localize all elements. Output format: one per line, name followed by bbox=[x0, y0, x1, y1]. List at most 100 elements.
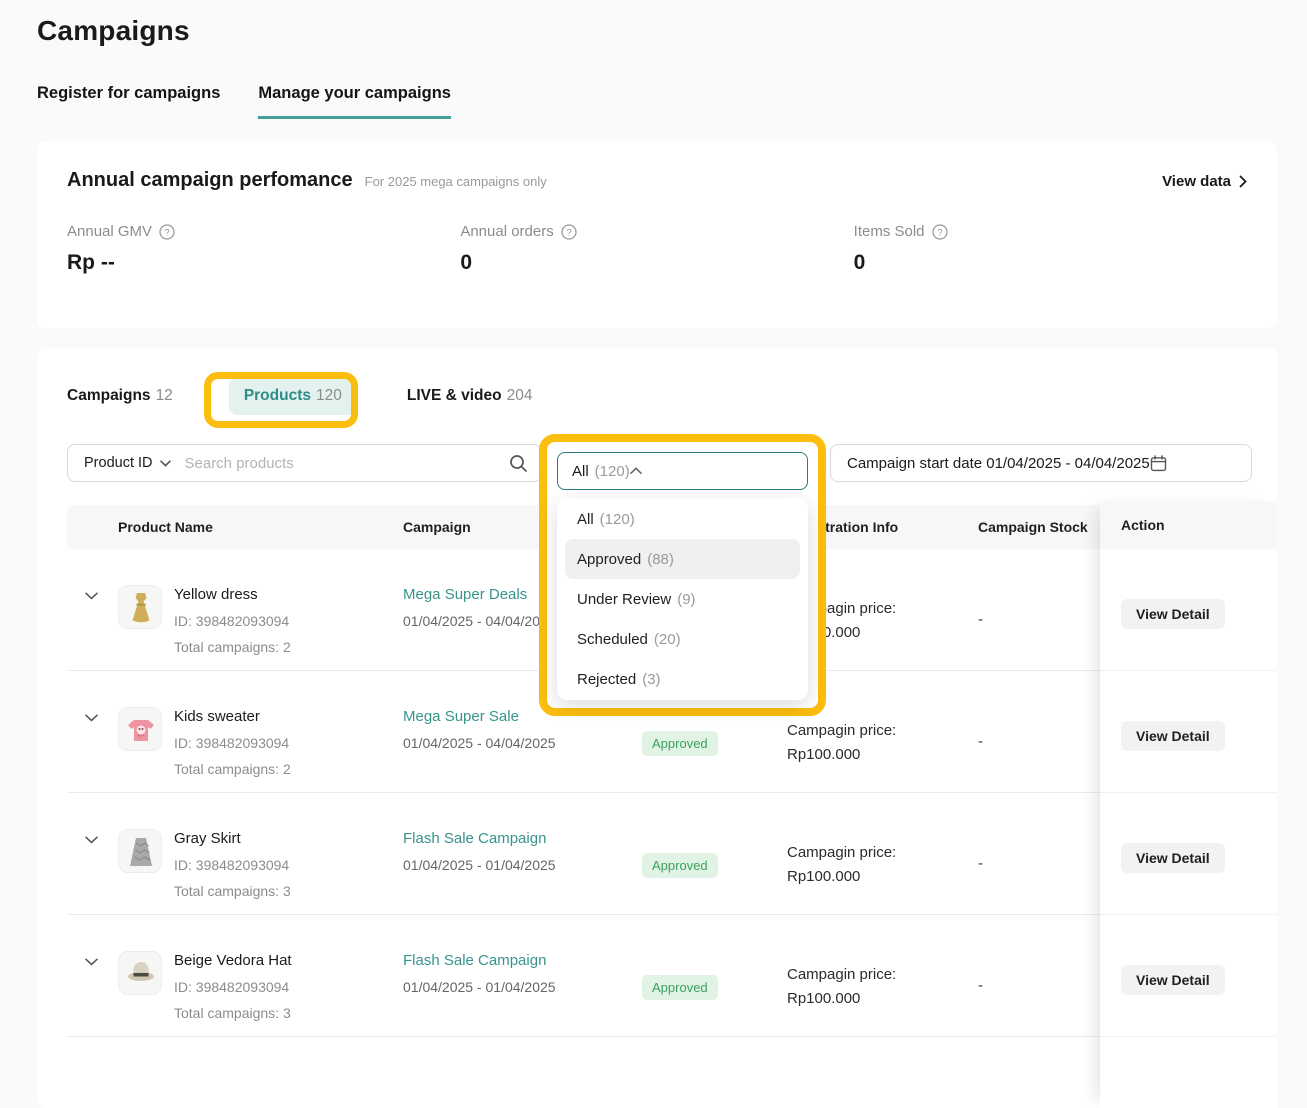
product-name: Kids sweater bbox=[174, 706, 291, 727]
option-count: (20) bbox=[654, 631, 681, 648]
status-filter-highlight-annotation: All (120) All (120) Approved (88) Under … bbox=[539, 434, 826, 716]
option-label: Scheduled bbox=[577, 631, 648, 648]
page-title: Campaigns bbox=[37, 0, 1277, 47]
header-campaign-stock: Campaign Stock bbox=[978, 519, 1101, 535]
tab-register-for-campaigns[interactable]: Register for campaigns bbox=[37, 84, 220, 119]
tab-live-video[interactable]: LIVE & video 204 bbox=[407, 387, 533, 405]
view-detail-button[interactable]: View Detail bbox=[1121, 843, 1225, 873]
campaign-date-range-picker[interactable]: Campaign start date 01/04/2025 - 04/04/2… bbox=[830, 444, 1252, 482]
product-name: Gray Skirt bbox=[174, 828, 291, 849]
svg-text:?: ? bbox=[566, 227, 571, 238]
selected-status-count: (120) bbox=[595, 463, 630, 480]
campaign-price-label: Campagin price: bbox=[787, 841, 978, 865]
view-detail-button[interactable]: View Detail bbox=[1121, 599, 1225, 629]
search-icon[interactable] bbox=[509, 454, 528, 473]
view-data-label: View data bbox=[1162, 173, 1231, 190]
search-type-dropdown[interactable]: Product ID bbox=[84, 455, 171, 471]
help-icon[interactable]: ? bbox=[561, 224, 577, 240]
campaign-dates: 01/04/2025 - 04/04/2025 bbox=[403, 733, 642, 753]
product-id: ID: 398482093094 bbox=[174, 611, 291, 631]
product-image-kids-sweater bbox=[118, 707, 162, 751]
help-icon[interactable]: ? bbox=[159, 224, 175, 240]
chevron-up-icon bbox=[630, 467, 642, 475]
tab-count: 12 bbox=[156, 387, 173, 405]
status-option-rejected[interactable]: Rejected (3) bbox=[557, 659, 808, 699]
tab-campaigns[interactable]: Campaigns 12 bbox=[67, 387, 173, 405]
tab-label: Products bbox=[244, 387, 311, 405]
metric-value: 0 bbox=[460, 251, 853, 275]
product-total-campaigns: Total campaigns: 2 bbox=[174, 637, 291, 657]
campaign-stock-value: - bbox=[978, 915, 1101, 1036]
performance-subtitle: For 2025 mega campaigns only bbox=[365, 174, 547, 189]
tab-products[interactable]: Products 120 bbox=[229, 377, 357, 415]
tab-manage-your-campaigns[interactable]: Manage your campaigns bbox=[258, 84, 451, 119]
tab-count: 204 bbox=[507, 387, 533, 405]
date-range-text: Campaign start date 01/04/2025 - 04/04/2… bbox=[847, 455, 1150, 472]
status-option-under-review[interactable]: Under Review (9) bbox=[557, 579, 808, 619]
metric-label: Annual orders bbox=[460, 223, 553, 240]
status-badge: Approved bbox=[642, 853, 718, 878]
metric-annual-orders: Annual orders ? 0 bbox=[460, 223, 853, 275]
help-icon[interactable]: ? bbox=[932, 224, 948, 240]
expand-row-button[interactable] bbox=[67, 793, 118, 914]
tab-label: Campaigns bbox=[67, 387, 151, 405]
product-id: ID: 398482093094 bbox=[174, 733, 291, 753]
header-action: Action bbox=[1100, 501, 1277, 549]
option-label: Rejected bbox=[577, 671, 636, 688]
metrics-row: Annual GMV ? Rp -- Annual orders ? 0 bbox=[67, 223, 1247, 275]
campaign-price-label: Campagin price: bbox=[787, 719, 978, 743]
metric-label: Items Sold bbox=[854, 223, 925, 240]
campaign-price-value: Rp100.000 bbox=[787, 743, 978, 767]
campaign-stock-value: - bbox=[978, 549, 1101, 670]
search-type-label: Product ID bbox=[84, 455, 153, 471]
chevron-down-icon bbox=[85, 958, 98, 966]
product-total-campaigns: Total campaigns: 3 bbox=[174, 1003, 292, 1023]
product-name: Beige Vedora Hat bbox=[174, 950, 292, 971]
calendar-icon bbox=[1150, 455, 1167, 472]
annual-performance-card: Annual campaign perfomance For 2025 mega… bbox=[37, 141, 1277, 328]
product-search: Product ID bbox=[67, 444, 542, 482]
option-label: All bbox=[577, 511, 594, 528]
metric-annual-gmv: Annual GMV ? Rp -- bbox=[67, 223, 460, 275]
status-option-all[interactable]: All (120) bbox=[557, 499, 808, 539]
status-badge: Approved bbox=[642, 975, 718, 1000]
product-total-campaigns: Total campaigns: 3 bbox=[174, 881, 291, 901]
status-option-scheduled[interactable]: Scheduled (20) bbox=[557, 619, 808, 659]
status-filter-select[interactable]: All (120) bbox=[557, 452, 808, 490]
campaign-stock-value: - bbox=[978, 793, 1101, 914]
status-filter-dropdown: All (120) Approved (88) Under Review (9)… bbox=[557, 498, 808, 700]
product-total-campaigns: Total campaigns: 2 bbox=[174, 759, 291, 779]
view-detail-button[interactable]: View Detail bbox=[1121, 721, 1225, 751]
expand-row-button[interactable] bbox=[67, 549, 118, 670]
tab-count: 120 bbox=[316, 387, 342, 405]
search-input[interactable] bbox=[185, 455, 510, 472]
list-tab-bar: Campaigns 12 Products 120 LIVE & video 2… bbox=[67, 376, 1247, 416]
product-name: Yellow dress bbox=[174, 584, 291, 605]
campaign-price-label: Campagin price: bbox=[787, 963, 978, 987]
expand-row-button[interactable] bbox=[67, 915, 118, 1036]
chevron-down-icon bbox=[85, 592, 98, 600]
table-row: Beige Vedora Hat ID: 398482093094 Total … bbox=[67, 915, 1247, 1037]
table-row: Gray Skirt ID: 398482093094 Total campai… bbox=[67, 793, 1247, 915]
status-option-approved[interactable]: Approved (88) bbox=[565, 539, 800, 579]
campaign-link[interactable]: Flash Sale Campaign bbox=[403, 950, 642, 972]
header-product-name: Product Name bbox=[118, 519, 403, 535]
option-label: Approved bbox=[577, 551, 641, 568]
option-count: (9) bbox=[677, 591, 695, 608]
product-image-gray-skirt bbox=[118, 829, 162, 873]
option-label: Under Review bbox=[577, 591, 671, 608]
campaign-dates: 01/04/2025 - 01/04/2025 bbox=[403, 977, 642, 997]
chevron-down-icon bbox=[160, 460, 171, 467]
option-count: (120) bbox=[600, 511, 635, 528]
chevron-right-icon bbox=[1239, 175, 1247, 188]
expand-row-button[interactable] bbox=[67, 671, 118, 792]
action-column-panel: Action View Detail View Detail View Deta… bbox=[1100, 501, 1277, 1108]
view-detail-button[interactable]: View Detail bbox=[1121, 965, 1225, 995]
chevron-down-icon bbox=[85, 714, 98, 722]
product-image-yellow-dress bbox=[118, 585, 162, 629]
campaign-link[interactable]: Flash Sale Campaign bbox=[403, 828, 642, 850]
metric-value: Rp -- bbox=[67, 251, 460, 275]
view-data-link[interactable]: View data bbox=[1162, 173, 1247, 190]
campaign-price-value: Rp100.000 bbox=[787, 865, 978, 889]
svg-text:?: ? bbox=[937, 227, 942, 238]
